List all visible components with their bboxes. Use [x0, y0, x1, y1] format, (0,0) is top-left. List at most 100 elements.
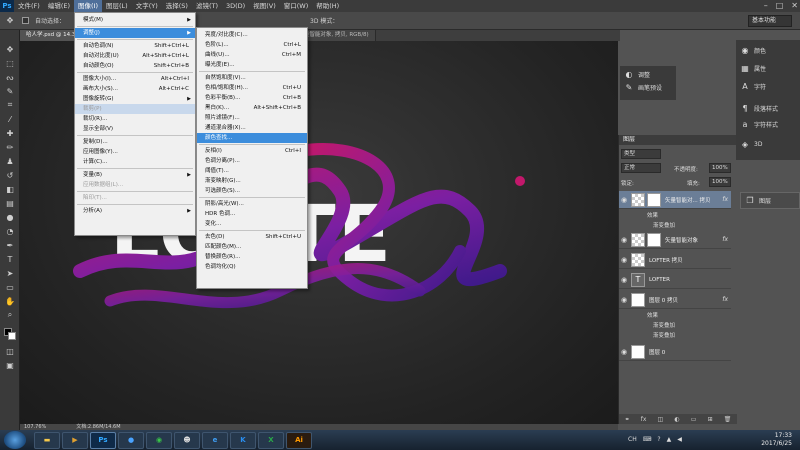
menu-item[interactable]: 画布大小(S)... Alt+Ctrl+C: [75, 84, 195, 94]
crop-tool-icon[interactable]: ⌗: [4, 100, 16, 110]
dock-character[interactable]: A 字符: [740, 82, 766, 91]
opacity-input[interactable]: 100%: [709, 163, 731, 173]
menu-item[interactable]: 渐变映射(G)...: [197, 176, 307, 186]
gradient-tool-icon[interactable]: ▤: [4, 198, 16, 208]
menu-item[interactable]: 可选颜色(S)...: [197, 186, 307, 196]
dock-3d[interactable]: ◈ 3D: [740, 140, 763, 149]
layer-row[interactable]: ◉ T LOFTER: [619, 271, 731, 289]
fx-icon[interactable]: fx: [722, 236, 728, 243]
clock[interactable]: 17:33 2017/6/25: [761, 432, 792, 448]
menu-item[interactable]: 变化...: [197, 219, 307, 229]
blend-mode-select[interactable]: 正常: [621, 163, 661, 173]
menu-item[interactable]: 匹配颜色(M)...: [197, 242, 307, 252]
menu-item[interactable]: 自动色调(N) Shift+Ctrl+L: [75, 41, 195, 51]
dodge-tool-icon[interactable]: ◔: [4, 226, 16, 236]
menu-item[interactable]: 模式(M) ▶: [75, 15, 195, 25]
menu-layer[interactable]: 图层(L): [102, 0, 132, 12]
layer-row[interactable]: ◉ LOFTER 拷贝: [619, 251, 731, 269]
dock-properties[interactable]: ▦ 属性: [740, 64, 766, 73]
fx-icon[interactable]: fx: [641, 416, 647, 423]
move-tool-icon[interactable]: ✥: [4, 44, 16, 54]
quick-select-tool-icon[interactable]: ✎: [4, 86, 16, 96]
workspace-select[interactable]: 基本功能: [748, 15, 792, 27]
zoom-tool-icon[interactable]: ⌕: [4, 310, 16, 320]
type-tool-icon[interactable]: T: [4, 254, 16, 264]
effect-item[interactable]: 渐变叠加: [619, 221, 731, 229]
eye-icon[interactable]: ◉: [619, 276, 629, 284]
menu-item[interactable]: 分析(A) ▶: [75, 206, 195, 216]
trash-icon[interactable]: 🗑: [724, 416, 732, 423]
path-select-tool-icon[interactable]: ➤: [4, 268, 16, 278]
eye-icon[interactable]: ◉: [619, 348, 629, 356]
menu-item[interactable]: 复制(D)...: [75, 137, 195, 147]
menu-file[interactable]: 文件(F): [14, 0, 44, 12]
auto-select-checkbox[interactable]: [22, 17, 29, 24]
menu-item[interactable]: 去色(D) Shift+Ctrl+U: [197, 232, 307, 242]
effect-item[interactable]: 渐变叠加: [619, 321, 731, 329]
menu-item[interactable]: 通道混合器(X)...: [197, 123, 307, 133]
menu-item[interactable]: 图像大小(I)... Alt+Ctrl+I: [75, 74, 195, 84]
browser-app[interactable]: ●: [118, 431, 144, 449]
dock-paragraph-styles[interactable]: ¶ 段落样式: [740, 104, 778, 113]
screen-mode-icon[interactable]: ▣: [4, 360, 16, 370]
menu-item[interactable]: 曝光度(E)...: [197, 60, 307, 70]
menu-item[interactable]: 阴影/高光(W)...: [197, 199, 307, 209]
network-icon[interactable]: ▲: [667, 436, 672, 443]
menu-item[interactable]: HDR 色调...: [197, 209, 307, 219]
blur-tool-icon[interactable]: ●: [4, 212, 16, 222]
layer-row[interactable]: ◉ 图层 0: [619, 343, 731, 361]
fx-icon[interactable]: fx: [722, 196, 728, 203]
menu-item[interactable]: 照片滤镜(F)...: [197, 113, 307, 123]
link-icon[interactable]: ⚭: [625, 416, 630, 423]
ime-indicator[interactable]: CH: [628, 436, 637, 443]
maximize-button[interactable]: □: [776, 1, 784, 10]
explorer-app[interactable]: ▬: [34, 431, 60, 449]
help-icon[interactable]: ?: [657, 436, 660, 443]
layer-row[interactable]: ◉ 矢量智能对象 fx: [619, 231, 731, 249]
eyedropper-tool-icon[interactable]: ⁄: [4, 114, 16, 124]
menu-item[interactable]: 替换颜色(R)...: [197, 252, 307, 262]
keyboard-icon[interactable]: ⌨: [643, 436, 652, 443]
eye-icon[interactable]: ◉: [619, 196, 629, 204]
mask-icon[interactable]: ◫: [658, 416, 664, 423]
eraser-tool-icon[interactable]: ◧: [4, 184, 16, 194]
menu-item[interactable]: 应用数据组(L)...: [75, 180, 195, 190]
menu-item[interactable]: 反相(I) Ctrl+I: [197, 146, 307, 156]
menu-item[interactable]: 裁切(R)...: [75, 114, 195, 124]
ie-app[interactable]: e: [202, 431, 228, 449]
media-app[interactable]: ▶: [62, 431, 88, 449]
menu-help[interactable]: 帮助(H): [312, 0, 343, 12]
healing-brush-tool-icon[interactable]: ✚: [4, 128, 16, 138]
dock-color[interactable]: ◉ 颜色: [740, 46, 767, 55]
menu-item[interactable]: 色彩平衡(B)... Ctrl+B: [197, 93, 307, 103]
menu-item[interactable]: 计算(C)...: [75, 157, 195, 167]
menu-type[interactable]: 文字(Y): [132, 0, 162, 12]
history-item-brush-preset[interactable]: ✎ 画笔预设: [624, 83, 662, 92]
illustrator-app[interactable]: Ai: [286, 431, 312, 449]
excel-app[interactable]: X: [258, 431, 284, 449]
eye-icon[interactable]: ◉: [619, 256, 629, 264]
menu-item[interactable]: 色调分离(P)...: [197, 156, 307, 166]
eye-icon[interactable]: ◉: [619, 236, 629, 244]
minimize-button[interactable]: –: [764, 1, 768, 10]
wechat-app[interactable]: ◉: [146, 431, 172, 449]
pen-tool-icon[interactable]: ✒: [4, 240, 16, 250]
clone-stamp-tool-icon[interactable]: ♟: [4, 156, 16, 166]
history-item-adjust[interactable]: ◐ 调整: [624, 70, 651, 79]
hand-tool-icon[interactable]: ✋: [4, 296, 16, 306]
menu-item[interactable]: 显示全部(V): [75, 124, 195, 134]
menu-item[interactable]: 自然饱和度(V)...: [197, 73, 307, 83]
menu-item[interactable]: 黑白(K)... Alt+Shift+Ctrl+B: [197, 103, 307, 113]
layer-row[interactable]: ◉ 图层 0 拷贝 fx: [619, 291, 731, 309]
history-brush-tool-icon[interactable]: ↺: [4, 170, 16, 180]
marquee-tool-icon[interactable]: ⬚: [4, 58, 16, 68]
user-app[interactable]: ☻: [174, 431, 200, 449]
menu-item[interactable]: 裁剪(P): [75, 104, 195, 114]
menu-item[interactable]: 自动对比度(U) Alt+Shift+Ctrl+L: [75, 51, 195, 61]
menu-item[interactable]: 图像旋转(G) ▶: [75, 94, 195, 104]
effect-item[interactable]: 渐变叠加: [619, 331, 731, 339]
shape-tool-icon[interactable]: ▭: [4, 282, 16, 292]
menu-item[interactable]: 自动颜色(O) Shift+Ctrl+B: [75, 61, 195, 71]
menu-item[interactable]: 色调均化(Q): [197, 262, 307, 272]
close-button[interactable]: ✕: [791, 1, 798, 10]
